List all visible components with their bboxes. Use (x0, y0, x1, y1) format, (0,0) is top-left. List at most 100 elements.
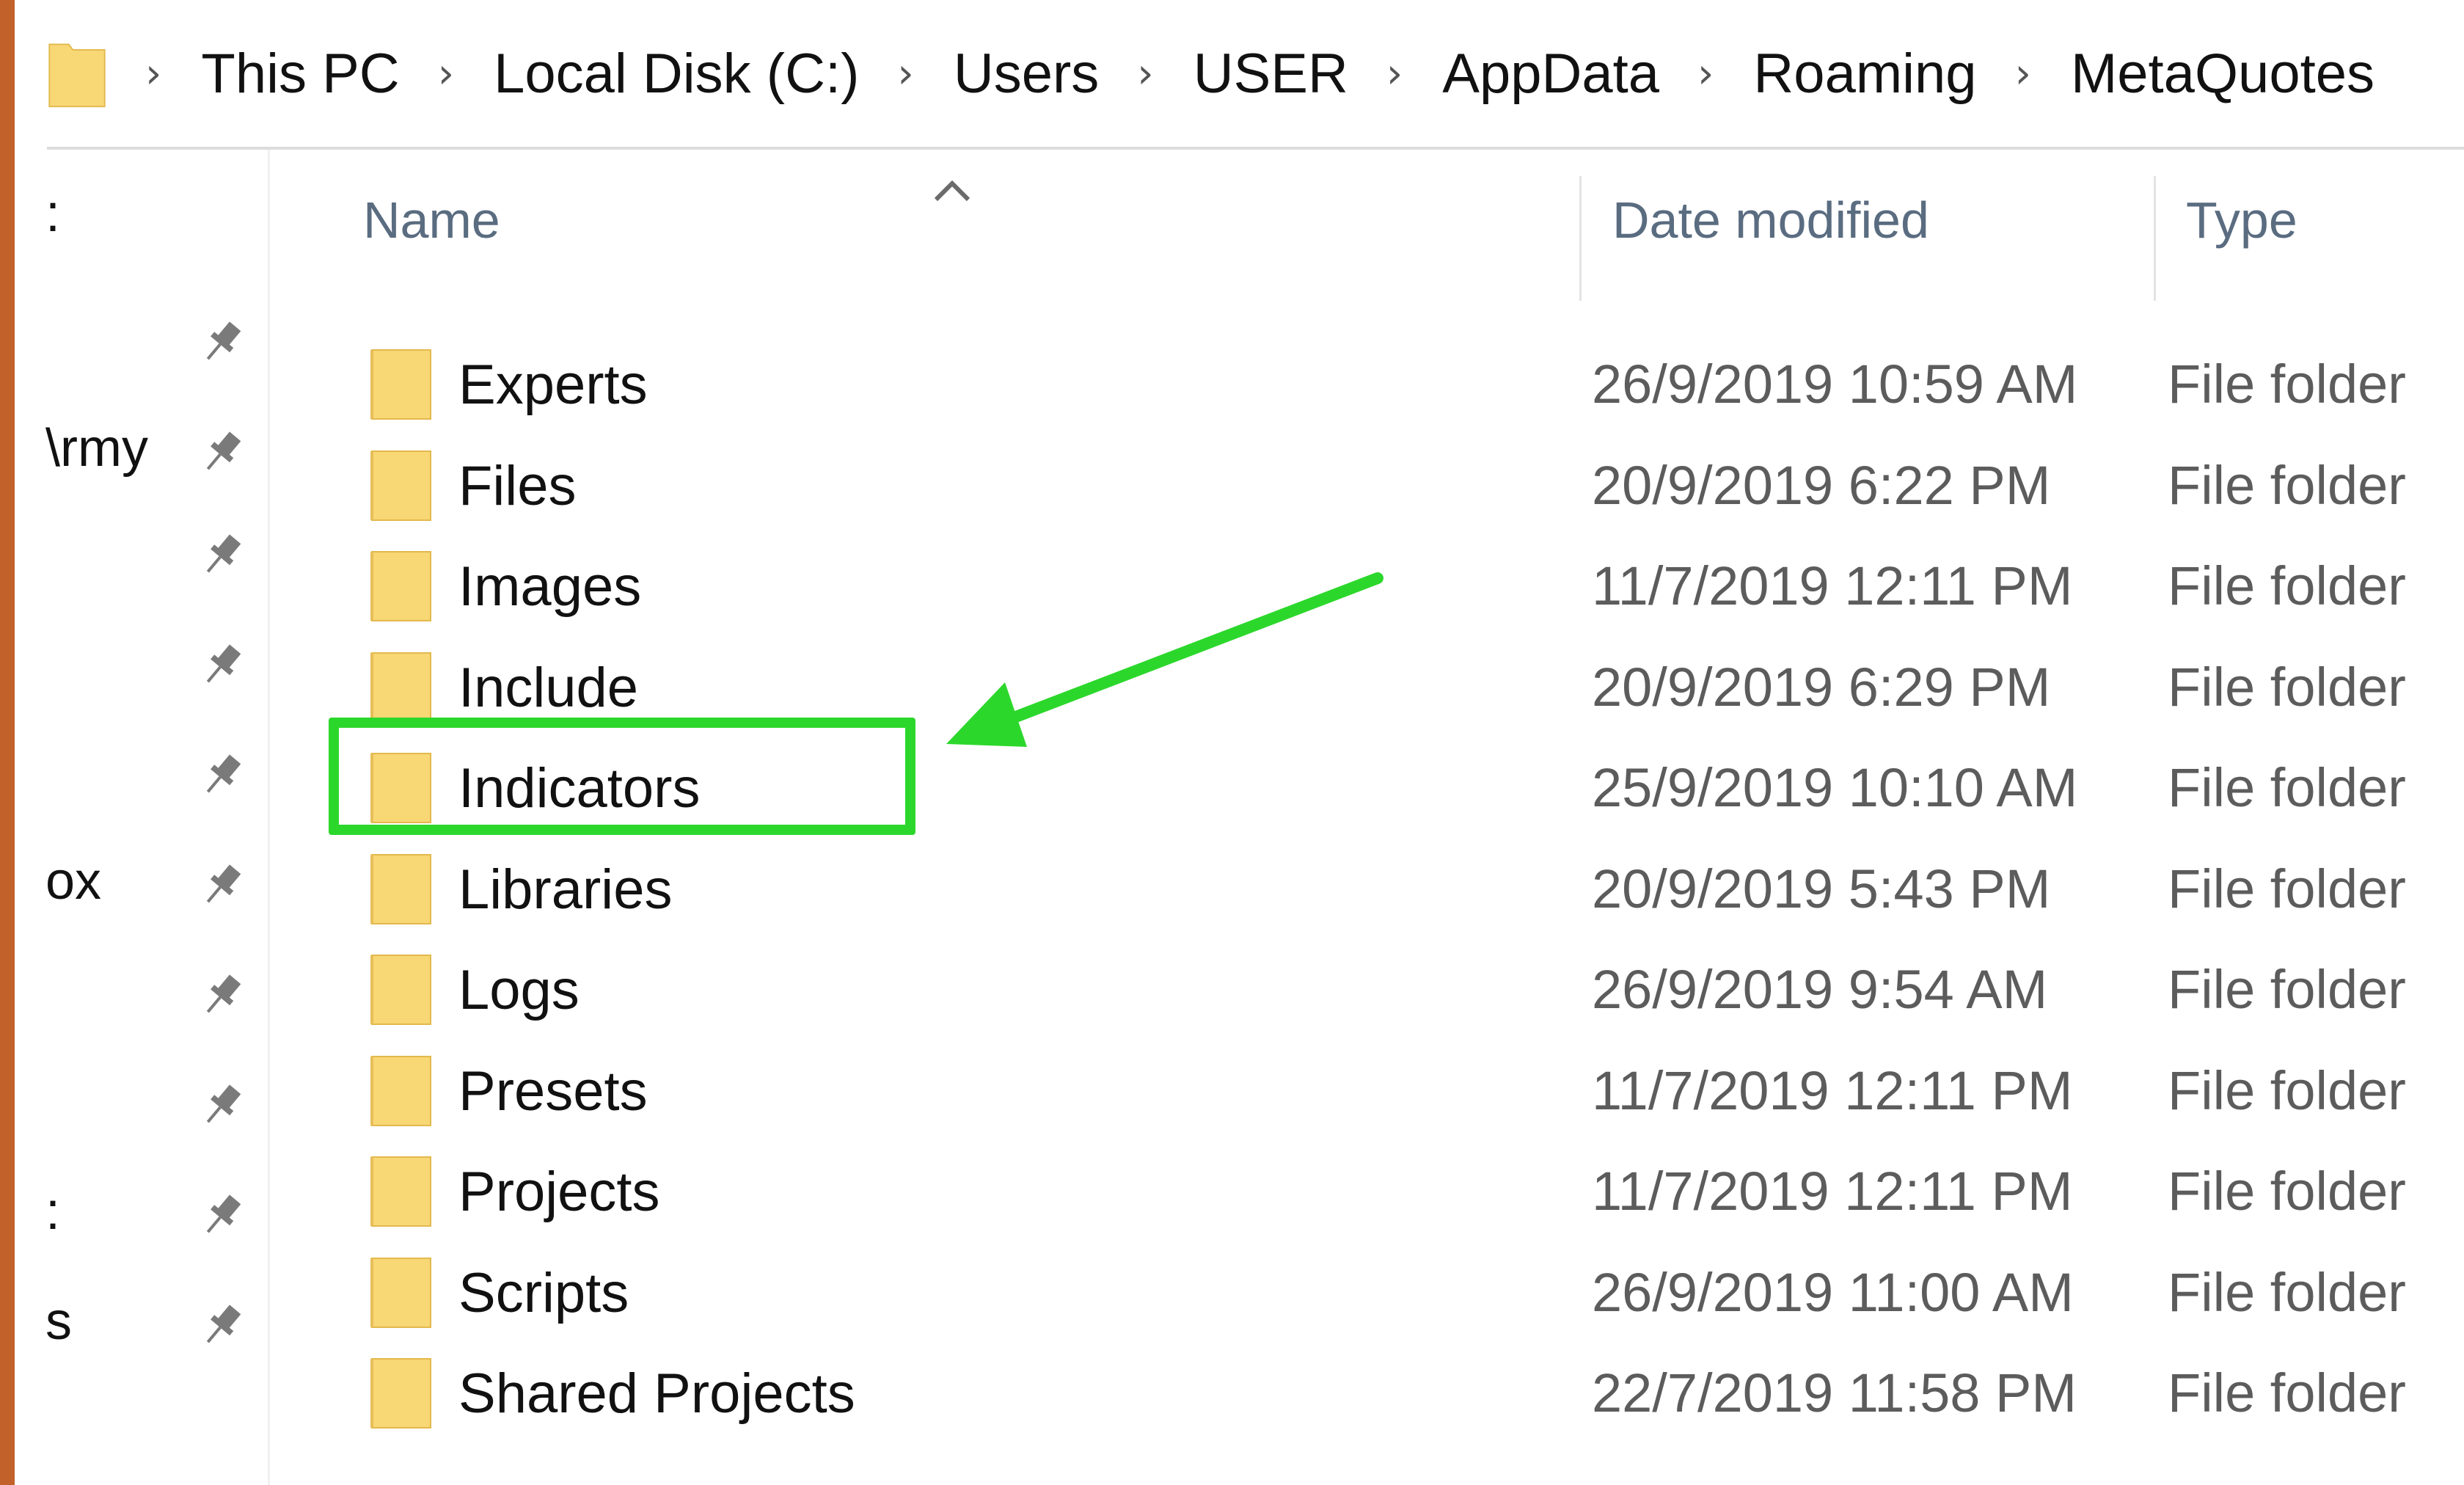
folder-icon (370, 447, 432, 523)
pane-divider[interactable] (268, 150, 270, 1485)
file-row[interactable]: Shared Projects 22/7/2019 11:58 PM File fo… (334, 1343, 2464, 1442)
file-name: Images (458, 555, 642, 618)
nav-pane-item[interactable] (15, 609, 268, 712)
nav-pane-item[interactable]: ox (15, 829, 268, 932)
chevron-right-icon[interactable]: › (1697, 50, 1714, 98)
file-name: Scripts (458, 1261, 629, 1324)
file-date-modified: 25/9/2019 10:10 AM (1592, 757, 2078, 818)
folder-icon (370, 649, 432, 725)
file-name: Shared Projects (458, 1362, 855, 1425)
file-type: File folder (2168, 354, 2406, 415)
nav-pane-item[interactable] (15, 719, 268, 822)
column-resize-handle[interactable] (2154, 176, 2156, 301)
breadcrumb-label[interactable]: USER (1193, 42, 1348, 106)
file-type: File folder (2168, 454, 2406, 516)
file-type: File folder (2168, 1261, 2406, 1323)
folder-icon (370, 850, 432, 927)
file-name: Experts (458, 354, 648, 416)
breadcrumb-item[interactable]: › Local Disk (C:) (400, 42, 860, 106)
file-date-modified: 26/9/2019 11:00 AM (1592, 1261, 2074, 1323)
column-resize-handle[interactable] (1579, 176, 1582, 301)
breadcrumb-label[interactable]: This PC (201, 42, 399, 106)
nav-pane-item-label: : (45, 1182, 61, 1241)
folder-icon (370, 547, 432, 624)
breadcrumb-item[interactable]: › AppData (1348, 42, 1659, 106)
column-header-date-modified[interactable]: Date modified (1612, 191, 1929, 249)
file-date-modified: 11/7/2019 12:11 PM (1592, 555, 2073, 616)
chevron-right-icon[interactable]: › (438, 50, 454, 98)
file-row[interactable]: Experts 26/9/2019 10:59 AM File folder (334, 334, 2464, 434)
file-name: Files (458, 454, 577, 517)
annotation-highlight-box (329, 718, 915, 835)
file-name: Logs (458, 959, 580, 1021)
nav-pane-item[interactable]: : (15, 1159, 268, 1262)
file-date-modified: 11/7/2019 12:11 PM (1592, 1059, 2073, 1121)
file-name: Libraries (458, 858, 673, 921)
nav-pane-item[interactable] (15, 1049, 268, 1152)
breadcrumb-item[interactable]: › USER (1099, 42, 1348, 106)
file-row[interactable]: Libraries 20/9/2019 5:43 PM File folder (334, 839, 2464, 938)
file-type: File folder (2168, 858, 2406, 919)
file-date-modified: 11/7/2019 12:11 PM (1592, 1161, 2073, 1222)
breadcrumb-label[interactable]: Local Disk (C:) (494, 42, 859, 106)
file-row[interactable]: Logs 26/9/2019 9:54 AM File folder (334, 939, 2464, 1039)
breadcrumb-item[interactable]: › MetaQuotes (1977, 42, 2375, 106)
column-header-name[interactable]: Name (363, 191, 500, 249)
folder-icon (370, 346, 432, 422)
pin-icon[interactable] (194, 1189, 249, 1243)
chevron-right-icon[interactable]: › (1386, 50, 1403, 98)
chevron-right-icon[interactable]: › (145, 50, 161, 98)
nav-pane-item-label: ox (45, 852, 102, 911)
window-edge-accent (0, 0, 15, 1485)
nav-pane-item[interactable]: s (15, 1269, 268, 1372)
folder-icon (370, 1254, 432, 1330)
folder-icon (370, 1354, 432, 1431)
nav-pane-item[interactable] (15, 286, 268, 389)
pin-icon[interactable] (194, 315, 249, 370)
file-date-modified: 26/9/2019 9:54 AM (1592, 959, 2048, 1020)
pin-icon[interactable] (194, 426, 249, 480)
folder-icon (370, 1052, 432, 1128)
file-date-modified: 26/9/2019 10:59 AM (1592, 354, 2078, 415)
nav-pane-item[interactable]: \rmy (15, 396, 268, 499)
pin-icon[interactable] (194, 1299, 249, 1353)
file-name: Presets (458, 1059, 648, 1123)
pin-icon[interactable] (194, 858, 249, 913)
chevron-right-icon[interactable]: › (1137, 50, 1153, 98)
folder-icon (48, 43, 106, 108)
pin-icon[interactable] (194, 1079, 249, 1133)
pin-icon[interactable] (194, 968, 249, 1023)
nav-pane-item-label: \rmy (45, 419, 148, 478)
breadcrumb-label[interactable]: Users (954, 42, 1099, 106)
breadcrumb: › This PC › Local Disk (C:) › Users › USER › AppD… (107, 42, 2375, 106)
file-row[interactable]: Projects 11/7/2019 12:11 PM File folder (334, 1141, 2464, 1241)
file-type: File folder (2168, 656, 2406, 718)
address-bar[interactable]: › This PC › Local Disk (C:) › Users › USER › AppD… (47, 0, 2464, 150)
file-row[interactable]: Presets 11/7/2019 12:11 PM File folder (334, 1040, 2464, 1140)
breadcrumb-label[interactable]: AppData (1442, 42, 1659, 106)
file-type: File folder (2168, 1161, 2406, 1222)
breadcrumb-label[interactable]: MetaQuotes (2071, 42, 2375, 106)
breadcrumb-label[interactable]: Roaming (1753, 42, 1976, 106)
pin-icon[interactable] (194, 638, 249, 693)
file-date-modified: 22/7/2019 11:58 PM (1592, 1362, 2077, 1423)
file-date-modified: 20/9/2019 6:22 PM (1592, 454, 2051, 516)
column-header-type[interactable]: Type (2186, 191, 2297, 249)
pin-icon[interactable] (194, 528, 249, 583)
file-row[interactable]: Scripts 26/9/2019 11:00 AM File folder (334, 1242, 2464, 1342)
file-row[interactable]: Files 20/9/2019 6:22 PM File folder (334, 435, 2464, 535)
pin-icon[interactable] (194, 748, 249, 803)
breadcrumb-item[interactable]: › This PC (107, 42, 400, 106)
file-type: File folder (2168, 757, 2406, 818)
breadcrumb-item[interactable]: › Users (859, 42, 1099, 106)
file-name: Include (458, 656, 639, 719)
file-type: File folder (2168, 959, 2406, 1020)
nav-pane-item[interactable]: : (15, 161, 268, 264)
nav-pane-item[interactable] (15, 939, 268, 1042)
nav-pane-item[interactable] (15, 499, 268, 602)
annotation-arrow-icon (946, 572, 1383, 747)
breadcrumb-item[interactable]: › Roaming (1659, 42, 1977, 106)
chevron-right-icon[interactable]: › (2015, 50, 2031, 98)
chevron-right-icon[interactable]: › (897, 50, 913, 98)
file-type: File folder (2168, 1059, 2406, 1121)
